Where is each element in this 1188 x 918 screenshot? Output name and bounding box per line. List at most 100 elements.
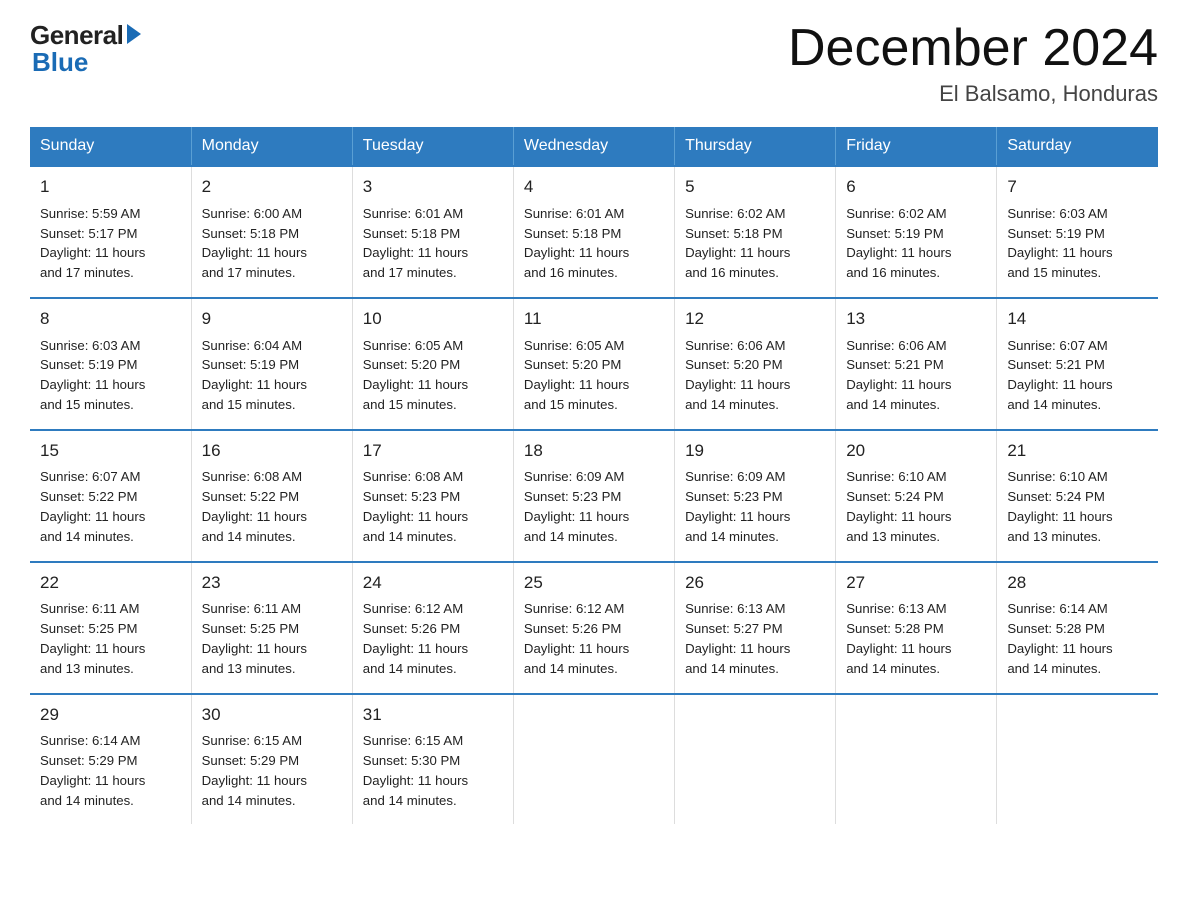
calendar-cell: 10Sunrise: 6:05 AM Sunset: 5:20 PM Dayli… bbox=[352, 298, 513, 430]
calendar-cell: 9 Sunrise: 6:04 AM Sunset: 5:19 PM Daylig… bbox=[191, 298, 352, 430]
calendar-cell: 21 Sunrise: 6:10 AM Sunset: 5:24 PM Dayli… bbox=[997, 430, 1158, 562]
calendar-cell bbox=[997, 694, 1158, 825]
calendar-cell: 3 Sunrise: 6:01 AM Sunset: 5:18 PM Daylig… bbox=[352, 166, 513, 298]
day-info: Sunrise: 6:10 AM Sunset: 5:24 PM Dayligh… bbox=[846, 467, 986, 546]
calendar-week-3: 15Sunrise: 6:07 AM Sunset: 5:22 PM Dayli… bbox=[30, 430, 1158, 562]
day-number: 4 bbox=[524, 175, 664, 200]
calendar-week-4: 22 Sunrise: 6:11 AM Sunset: 5:25 PM Dayli… bbox=[30, 562, 1158, 694]
day-number: 26 bbox=[685, 571, 825, 596]
header-saturday: Saturday bbox=[997, 127, 1158, 166]
day-info: Sunrise: 6:00 AM Sunset: 5:18 PM Dayligh… bbox=[202, 204, 342, 283]
calendar-cell bbox=[675, 694, 836, 825]
calendar-cell: 7 Sunrise: 6:03 AM Sunset: 5:19 PM Daylig… bbox=[997, 166, 1158, 298]
calendar-cell bbox=[513, 694, 674, 825]
day-number: 15 bbox=[40, 439, 181, 464]
logo-blue-text: Blue bbox=[30, 47, 88, 78]
day-info: Sunrise: 6:11 AM Sunset: 5:25 PM Dayligh… bbox=[202, 599, 342, 678]
calendar-week-5: 29 Sunrise: 6:14 AM Sunset: 5:29 PM Dayli… bbox=[30, 694, 1158, 825]
day-info: Sunrise: 6:01 AM Sunset: 5:18 PM Dayligh… bbox=[363, 204, 503, 283]
day-info: Sunrise: 6:04 AM Sunset: 5:19 PM Dayligh… bbox=[202, 336, 342, 415]
calendar-cell: 28 Sunrise: 6:14 AM Sunset: 5:28 PM Dayli… bbox=[997, 562, 1158, 694]
calendar-cell: 6 Sunrise: 6:02 AM Sunset: 5:19 PM Daylig… bbox=[836, 166, 997, 298]
day-info: Sunrise: 6:08 AM Sunset: 5:22 PM Dayligh… bbox=[202, 467, 342, 546]
day-info: Sunrise: 6:02 AM Sunset: 5:19 PM Dayligh… bbox=[846, 204, 986, 283]
day-number: 25 bbox=[524, 571, 664, 596]
day-number: 9 bbox=[202, 307, 342, 332]
day-info: Sunrise: 6:14 AM Sunset: 5:29 PM Dayligh… bbox=[40, 731, 181, 810]
header-wednesday: Wednesday bbox=[513, 127, 674, 166]
header-tuesday: Tuesday bbox=[352, 127, 513, 166]
title-section: December 2024 El Balsamo, Honduras bbox=[788, 20, 1158, 107]
day-number: 2 bbox=[202, 175, 342, 200]
day-number: 31 bbox=[363, 703, 503, 728]
day-number: 20 bbox=[846, 439, 986, 464]
day-number: 14 bbox=[1007, 307, 1148, 332]
day-info: Sunrise: 6:12 AM Sunset: 5:26 PM Dayligh… bbox=[363, 599, 503, 678]
calendar-cell: 1Sunrise: 5:59 AM Sunset: 5:17 PM Daylig… bbox=[30, 166, 191, 298]
calendar-cell: 12Sunrise: 6:06 AM Sunset: 5:20 PM Dayli… bbox=[675, 298, 836, 430]
day-info: Sunrise: 6:05 AM Sunset: 5:20 PM Dayligh… bbox=[524, 336, 664, 415]
day-number: 7 bbox=[1007, 175, 1148, 200]
calendar-cell: 14Sunrise: 6:07 AM Sunset: 5:21 PM Dayli… bbox=[997, 298, 1158, 430]
day-number: 30 bbox=[202, 703, 342, 728]
calendar-cell: 13 Sunrise: 6:06 AM Sunset: 5:21 PM Dayli… bbox=[836, 298, 997, 430]
day-number: 22 bbox=[40, 571, 181, 596]
calendar-cell: 27Sunrise: 6:13 AM Sunset: 5:28 PM Dayli… bbox=[836, 562, 997, 694]
day-number: 3 bbox=[363, 175, 503, 200]
header-sunday: Sunday bbox=[30, 127, 191, 166]
day-number: 10 bbox=[363, 307, 503, 332]
day-info: Sunrise: 6:11 AM Sunset: 5:25 PM Dayligh… bbox=[40, 599, 181, 678]
day-number: 5 bbox=[685, 175, 825, 200]
day-info: Sunrise: 6:08 AM Sunset: 5:23 PM Dayligh… bbox=[363, 467, 503, 546]
day-info: Sunrise: 6:09 AM Sunset: 5:23 PM Dayligh… bbox=[524, 467, 664, 546]
main-title: December 2024 bbox=[788, 20, 1158, 77]
day-number: 12 bbox=[685, 307, 825, 332]
day-number: 23 bbox=[202, 571, 342, 596]
day-number: 18 bbox=[524, 439, 664, 464]
logo: General Blue bbox=[30, 20, 141, 78]
calendar-cell: 29 Sunrise: 6:14 AM Sunset: 5:29 PM Dayli… bbox=[30, 694, 191, 825]
day-info: Sunrise: 6:03 AM Sunset: 5:19 PM Dayligh… bbox=[40, 336, 181, 415]
page-header: General Blue December 2024 El Balsamo, H… bbox=[30, 20, 1158, 107]
calendar-cell: 4 Sunrise: 6:01 AM Sunset: 5:18 PM Daylig… bbox=[513, 166, 674, 298]
day-number: 21 bbox=[1007, 439, 1148, 464]
day-number: 1 bbox=[40, 175, 181, 200]
day-info: Sunrise: 6:14 AM Sunset: 5:28 PM Dayligh… bbox=[1007, 599, 1148, 678]
day-number: 13 bbox=[846, 307, 986, 332]
header-monday: Monday bbox=[191, 127, 352, 166]
day-number: 19 bbox=[685, 439, 825, 464]
calendar-cell: 8 Sunrise: 6:03 AM Sunset: 5:19 PM Daylig… bbox=[30, 298, 191, 430]
day-number: 6 bbox=[846, 175, 986, 200]
calendar-cell: 5Sunrise: 6:02 AM Sunset: 5:18 PM Daylig… bbox=[675, 166, 836, 298]
calendar-cell: 20 Sunrise: 6:10 AM Sunset: 5:24 PM Dayli… bbox=[836, 430, 997, 562]
header-friday: Friday bbox=[836, 127, 997, 166]
day-info: Sunrise: 6:15 AM Sunset: 5:30 PM Dayligh… bbox=[363, 731, 503, 810]
calendar-cell: 31 Sunrise: 6:15 AM Sunset: 5:30 PM Dayli… bbox=[352, 694, 513, 825]
day-number: 24 bbox=[363, 571, 503, 596]
day-number: 29 bbox=[40, 703, 181, 728]
logo-triangle-icon bbox=[127, 24, 141, 44]
calendar-cell bbox=[836, 694, 997, 825]
day-number: 8 bbox=[40, 307, 181, 332]
calendar-cell: 17Sunrise: 6:08 AM Sunset: 5:23 PM Dayli… bbox=[352, 430, 513, 562]
calendar-cell: 25Sunrise: 6:12 AM Sunset: 5:26 PM Dayli… bbox=[513, 562, 674, 694]
calendar-week-1: 1Sunrise: 5:59 AM Sunset: 5:17 PM Daylig… bbox=[30, 166, 1158, 298]
calendar-cell: 2 Sunrise: 6:00 AM Sunset: 5:18 PM Daylig… bbox=[191, 166, 352, 298]
day-info: Sunrise: 6:01 AM Sunset: 5:18 PM Dayligh… bbox=[524, 204, 664, 283]
calendar-cell: 18 Sunrise: 6:09 AM Sunset: 5:23 PM Dayli… bbox=[513, 430, 674, 562]
calendar-cell: 15Sunrise: 6:07 AM Sunset: 5:22 PM Dayli… bbox=[30, 430, 191, 562]
day-info: Sunrise: 6:06 AM Sunset: 5:21 PM Dayligh… bbox=[846, 336, 986, 415]
header-thursday: Thursday bbox=[675, 127, 836, 166]
calendar-cell: 23 Sunrise: 6:11 AM Sunset: 5:25 PM Dayli… bbox=[191, 562, 352, 694]
calendar-cell: 11Sunrise: 6:05 AM Sunset: 5:20 PM Dayli… bbox=[513, 298, 674, 430]
calendar-cell: 26Sunrise: 6:13 AM Sunset: 5:27 PM Dayli… bbox=[675, 562, 836, 694]
calendar-cell: 24 Sunrise: 6:12 AM Sunset: 5:26 PM Dayli… bbox=[352, 562, 513, 694]
calendar-cell: 16Sunrise: 6:08 AM Sunset: 5:22 PM Dayli… bbox=[191, 430, 352, 562]
day-info: Sunrise: 6:03 AM Sunset: 5:19 PM Dayligh… bbox=[1007, 204, 1148, 283]
day-info: Sunrise: 6:09 AM Sunset: 5:23 PM Dayligh… bbox=[685, 467, 825, 546]
day-number: 28 bbox=[1007, 571, 1148, 596]
day-info: Sunrise: 6:10 AM Sunset: 5:24 PM Dayligh… bbox=[1007, 467, 1148, 546]
day-info: Sunrise: 6:15 AM Sunset: 5:29 PM Dayligh… bbox=[202, 731, 342, 810]
day-number: 27 bbox=[846, 571, 986, 596]
calendar-header-row: SundayMondayTuesdayWednesdayThursdayFrid… bbox=[30, 127, 1158, 166]
